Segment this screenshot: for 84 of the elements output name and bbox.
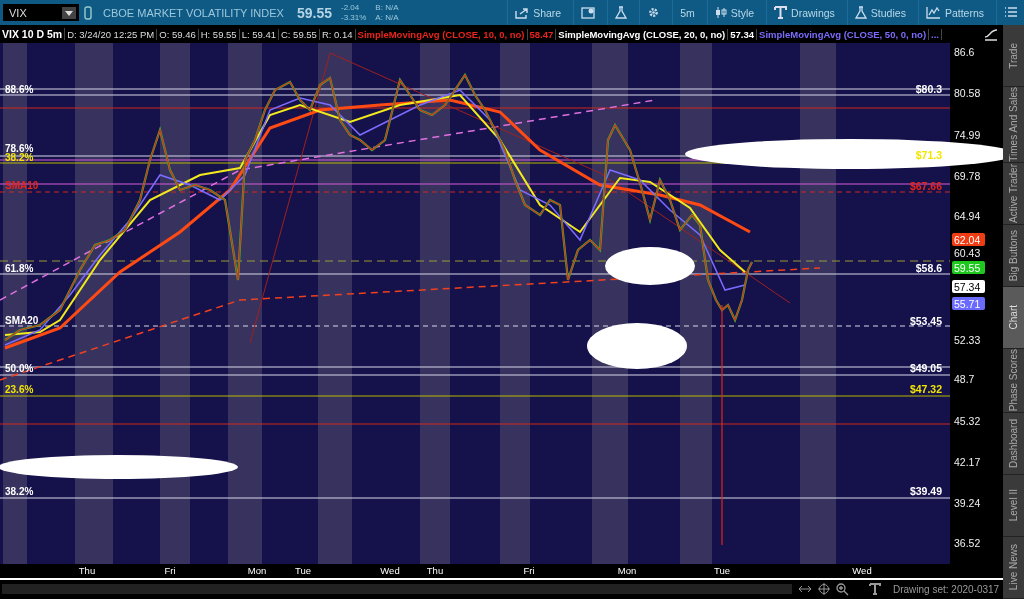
level-price-label: $49.05 xyxy=(909,362,942,374)
pan-icon[interactable] xyxy=(798,584,812,594)
bid-price: B: N/A xyxy=(375,2,399,13)
time-axis-label: Thu xyxy=(78,565,96,576)
level-label: 23.6% xyxy=(5,384,34,395)
level-price-label: $71.3 xyxy=(915,149,942,161)
side-panel-tab[interactable]: Chart xyxy=(1003,287,1024,350)
study-value: ... xyxy=(929,28,942,40)
price-axis-label: 45.32 xyxy=(954,415,981,427)
level-label: 38.2% xyxy=(5,152,34,163)
time-axis-label: Fri xyxy=(523,565,535,576)
study-name: SimpleMovingAvg (CLOSE, 20, 0, no) xyxy=(556,28,729,40)
instrument-description: CBOE MARKET VOLATILITY INDEX xyxy=(103,6,284,19)
level-label: 50.0% xyxy=(5,363,34,374)
symbol-field[interactable]: VIX xyxy=(3,4,79,21)
last-price: 59.55 xyxy=(296,4,332,21)
level-price-label: $58.6 xyxy=(915,262,942,274)
time-axis-label: Mon xyxy=(617,565,637,576)
flask-icon xyxy=(615,6,628,19)
level-price-label: $67.66 xyxy=(909,180,942,192)
text-icon xyxy=(774,6,788,19)
price-badge: 57.34 xyxy=(952,280,985,293)
crosshair-icon[interactable] xyxy=(818,583,830,595)
quote-field: H: 59.55 xyxy=(198,28,240,40)
price-axis-label: 80.58 xyxy=(954,87,981,99)
level-price-label: $80.3 xyxy=(915,83,942,95)
price-axis-label: 52.33 xyxy=(954,334,981,346)
time-axis-label: Thu xyxy=(426,565,444,576)
side-panel-tab[interactable]: Active Trader xyxy=(1003,162,1024,225)
dropdown-caret-icon xyxy=(62,6,76,19)
price-axis-label: 86.6 xyxy=(954,46,975,58)
price-badge: 55.71 xyxy=(952,297,985,310)
candlestick-icon xyxy=(714,6,727,19)
price-axis-label: 42.17 xyxy=(954,456,981,468)
study-value: 58.47 xyxy=(527,28,557,40)
share-icon xyxy=(515,6,530,19)
time-axis-label: Tue xyxy=(714,565,730,576)
chart-title: VIX 10 D 5m xyxy=(0,28,66,40)
study-name: SimpleMovingAvg (CLOSE, 50, 0, no) xyxy=(757,28,930,40)
level-label: SMA10 xyxy=(5,180,39,191)
ask-price: A: N/A xyxy=(375,12,399,23)
time-axis-label: Fri xyxy=(164,565,176,576)
time-axis-label: Mon xyxy=(247,565,267,576)
level-label: SMA20 xyxy=(5,315,39,326)
quote-field: O: 59.46 xyxy=(157,28,199,40)
price-axis-label: 69.78 xyxy=(954,170,981,182)
time-axis-label: Wed xyxy=(380,565,400,576)
price-axis-label: 74.99 xyxy=(954,129,981,141)
net-change: -2.04 xyxy=(341,2,361,13)
flask-icon xyxy=(854,6,867,19)
quote-field: D: 3/24/20 12:25 PM xyxy=(65,28,158,40)
quote-field: L: 59.41 xyxy=(239,28,279,40)
chart-scrollbar[interactable] xyxy=(2,584,792,594)
level-price-label: $39.49 xyxy=(909,485,942,497)
side-panel-tab[interactable]: Phase Scores xyxy=(1003,349,1024,413)
level-label: 88.6% xyxy=(5,84,34,95)
drawing-set-selector[interactable]: Drawing set: 2020-0317 xyxy=(893,583,1000,595)
study-name: SimpleMovingAvg (CLOSE, 10, 0, no) xyxy=(355,28,528,40)
chart-settings-icon[interactable] xyxy=(983,27,999,41)
time-axis-label: Tue xyxy=(295,565,311,576)
percent-change: -3.31% xyxy=(341,12,367,23)
price-badge: 62.04 xyxy=(952,233,985,246)
line-chart-icon xyxy=(925,6,941,19)
level-price-label: $53.45 xyxy=(909,315,942,327)
price-axis-label: 60.43 xyxy=(954,247,981,259)
price-axis-label: 48.7 xyxy=(954,373,975,385)
settings-icon xyxy=(647,6,661,19)
menu-icon xyxy=(1004,7,1017,18)
price-axis-label: 64.94 xyxy=(954,210,981,222)
level-label: 61.8% xyxy=(5,263,34,274)
quote-field: C: 59.55 xyxy=(279,28,320,40)
zoom-icon[interactable] xyxy=(836,582,849,596)
time-axis-label: Wed xyxy=(852,565,872,576)
level-label: 78.6% xyxy=(5,143,34,154)
side-panel-tab[interactable]: Times And Sales xyxy=(1003,87,1024,163)
window-icon xyxy=(581,6,596,19)
study-value: 57.34 xyxy=(728,28,758,40)
price-axis-label: 39.24 xyxy=(954,497,981,509)
level-price-label: $47.32 xyxy=(909,383,942,395)
price-badge: 59.55 xyxy=(952,261,985,274)
text-tool-icon[interactable] xyxy=(869,583,881,595)
quote-field: R: 0.14 xyxy=(319,28,356,40)
price-axis-label: 36.52 xyxy=(954,537,981,549)
level-label: 38.2% xyxy=(5,486,34,497)
